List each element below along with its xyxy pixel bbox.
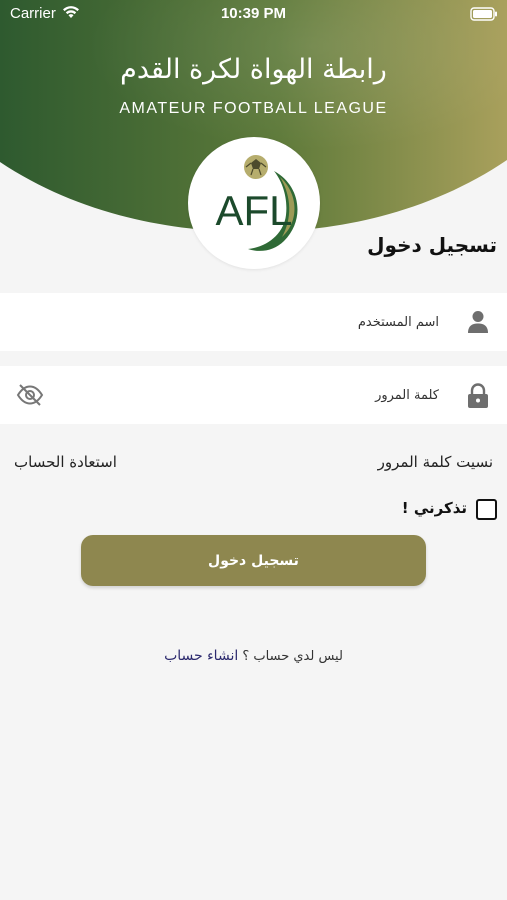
eye-slash-icon[interactable] [16, 383, 44, 407]
lock-icon [468, 383, 488, 408]
username-field[interactable] [0, 293, 507, 351]
signup-line: ليس لدي حساب ؟ انشاء حساب [0, 648, 507, 664]
password-field[interactable] [0, 366, 507, 424]
forgot-password-link[interactable]: نسيت كلمة المرور [378, 453, 493, 471]
battery-full-icon [470, 7, 497, 21]
logo-text: AFL [215, 187, 293, 234]
status-bar: Carrier 10:39 PM [0, 0, 507, 30]
password-input[interactable] [139, 366, 439, 424]
recover-account-link[interactable]: استعادة الحساب [14, 453, 117, 471]
league-name-english: AMATEUR FOOTBALL LEAGUE [119, 100, 388, 117]
remember-me-label: تذكرني ! [401, 499, 467, 517]
username-input[interactable] [139, 293, 439, 351]
afl-logo: AFL [188, 137, 320, 269]
login-button[interactable]: تسجيل دخول [81, 535, 426, 586]
no-account-prompt: ليس لدي حساب ؟ [242, 649, 343, 664]
login-title: تسجيل دخول [367, 233, 497, 257]
user-icon [468, 311, 488, 333]
remember-me-checkbox[interactable] [476, 499, 497, 520]
create-account-link[interactable]: انشاء حساب [164, 648, 238, 664]
league-name-arabic: رابطة الهواة لكرة القدم [120, 54, 387, 85]
remember-me[interactable]: تذكرني ! [377, 498, 497, 522]
status-time: 10:39 PM [220, 5, 287, 22]
